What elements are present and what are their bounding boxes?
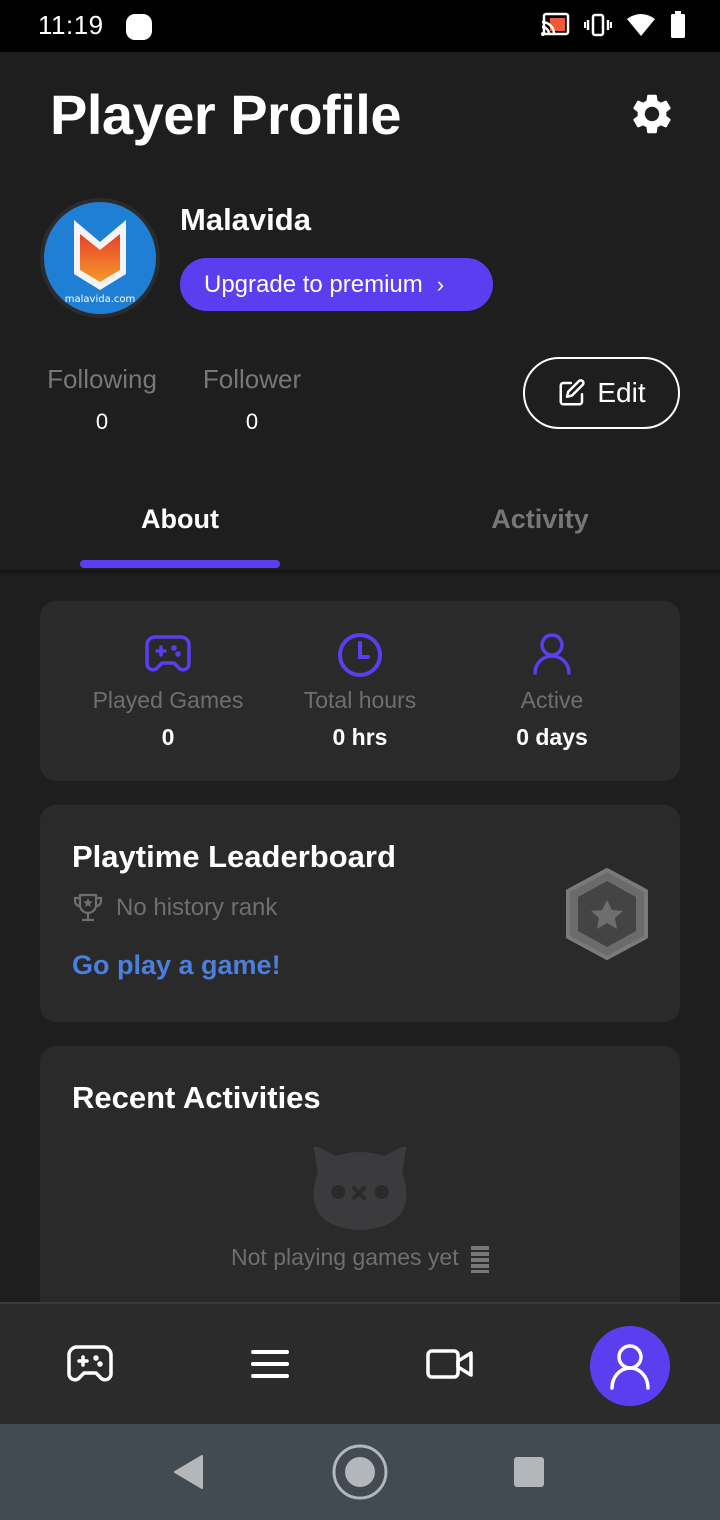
video-camera-icon bbox=[426, 1349, 473, 1379]
username: Malavida bbox=[180, 202, 311, 237]
upgrade-premium-button[interactable]: Upgrade to premium › bbox=[180, 258, 493, 311]
notification-icon bbox=[126, 14, 152, 40]
following-count: 0 bbox=[95, 409, 109, 434]
following-label: Following bbox=[47, 364, 157, 394]
bottom-navigation bbox=[0, 1302, 720, 1424]
active-value: 0 days bbox=[516, 724, 588, 750]
following-stat[interactable]: Following 0 bbox=[40, 364, 164, 435]
sad-cat-icon bbox=[313, 1146, 407, 1230]
edit-icon bbox=[559, 379, 586, 406]
upgrade-premium-label: Upgrade to premium bbox=[204, 270, 423, 298]
settings-button[interactable] bbox=[628, 90, 676, 138]
nav-profile-button[interactable] bbox=[590, 1326, 670, 1406]
edit-label: Edit bbox=[597, 377, 646, 408]
cast-icon bbox=[541, 12, 570, 36]
clock-icon bbox=[338, 633, 382, 677]
active-tab-indicator bbox=[80, 560, 280, 568]
rank-badge-icon bbox=[566, 868, 648, 960]
status-icons bbox=[540, 11, 686, 39]
rank-row: No history rank bbox=[72, 893, 277, 923]
vibrate-icon bbox=[584, 13, 612, 37]
stats-card: Played Games 0 Total hours 0 hrs Active … bbox=[40, 601, 680, 781]
nav-menu-button[interactable] bbox=[210, 1304, 330, 1424]
follower-label: Follower bbox=[202, 364, 302, 394]
profile-header: Player Profile malavida.com Malavida Upg… bbox=[0, 52, 720, 570]
gear-icon bbox=[633, 94, 671, 134]
nav-video-button[interactable] bbox=[390, 1304, 510, 1424]
nav-games-button[interactable] bbox=[30, 1304, 150, 1424]
recent-apps-icon[interactable] bbox=[514, 1457, 544, 1487]
tab-about[interactable]: About bbox=[0, 504, 360, 535]
header-divider bbox=[0, 570, 720, 576]
system-navigation-bar bbox=[0, 1424, 720, 1520]
avatar[interactable]: malavida.com bbox=[40, 198, 160, 318]
go-play-link[interactable]: Go play a game! bbox=[72, 950, 281, 981]
total-hours-label: Total hours bbox=[303, 687, 417, 713]
status-bar: 11:19 bbox=[0, 0, 720, 52]
total-hours-value: 0 hrs bbox=[332, 724, 388, 750]
leaderboard-card[interactable]: Playtime Leaderboard No history rank Go … bbox=[40, 805, 680, 1022]
home-icon[interactable] bbox=[331, 1443, 389, 1501]
leaderboard-title: Playtime Leaderboard bbox=[72, 839, 396, 874]
recent-activities-card: Recent Activities Not playing games yet bbox=[40, 1046, 680, 1346]
played-games-stat: Played Games 0 bbox=[68, 631, 268, 751]
edit-profile-button[interactable]: Edit bbox=[523, 357, 680, 429]
total-hours-stat: Total hours 0 hrs bbox=[260, 631, 460, 751]
avatar-caption: malavida.com bbox=[65, 294, 135, 305]
placeholder-glyph-icon bbox=[470, 1245, 489, 1273]
active-days-stat: Active 0 days bbox=[452, 631, 652, 751]
recent-activities-title: Recent Activities bbox=[72, 1080, 321, 1115]
profile-tabs: About Activity bbox=[0, 504, 720, 570]
user-icon bbox=[610, 1344, 650, 1390]
menu-icon bbox=[251, 1350, 289, 1378]
played-games-value: 0 bbox=[161, 724, 175, 750]
tab-activity[interactable]: Activity bbox=[360, 504, 720, 535]
rank-text: No history rank bbox=[116, 894, 278, 921]
follower-count: 0 bbox=[245, 409, 259, 434]
gamepad-icon bbox=[145, 635, 191, 672]
empty-state-label: Not playing games yet bbox=[231, 1244, 459, 1270]
user-icon bbox=[533, 633, 571, 675]
played-games-label: Played Games bbox=[92, 687, 244, 713]
trophy-icon bbox=[73, 893, 103, 922]
chevron-right-icon: › bbox=[436, 271, 445, 297]
malavida-logo-icon: malavida.com bbox=[65, 220, 135, 305]
empty-state-text: Not playing games yet bbox=[40, 1244, 680, 1273]
status-time: 11:19 bbox=[38, 10, 104, 40]
back-icon[interactable] bbox=[172, 1454, 204, 1490]
active-label: Active bbox=[520, 687, 584, 713]
battery-icon bbox=[671, 11, 685, 38]
page-title: Player Profile bbox=[50, 83, 401, 146]
gamepad-icon bbox=[67, 1345, 113, 1382]
follower-stat[interactable]: Follower 0 bbox=[197, 364, 307, 435]
wifi-icon bbox=[627, 14, 655, 36]
